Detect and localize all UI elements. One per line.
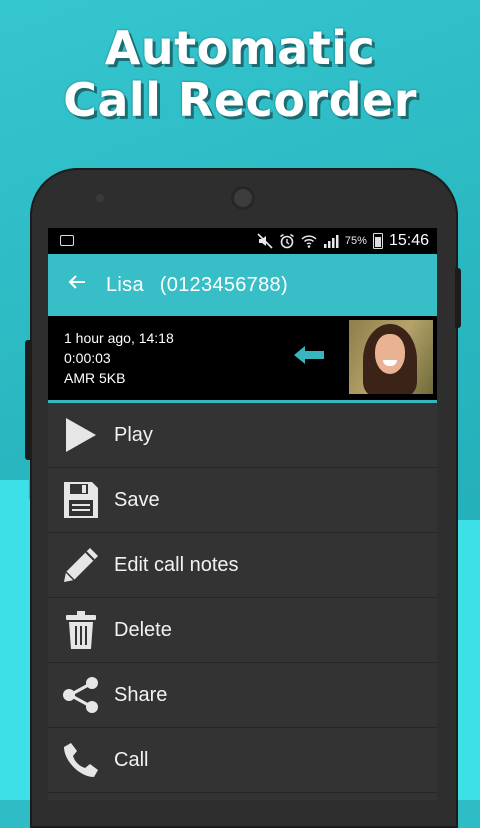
menu-item-label: Share <box>114 683 168 706</box>
wifi-icon <box>301 235 317 248</box>
app-bar: Lisa (0123456788) <box>48 254 437 316</box>
alarm-icon <box>279 233 294 249</box>
image-icon <box>60 235 74 246</box>
recording-duration: 0:00:03 <box>64 350 111 366</box>
mute-icon <box>257 233 273 249</box>
menu-item-label: Edit call notes <box>114 553 239 576</box>
battery-percent: 75% <box>344 235 367 247</box>
trash-icon <box>48 598 114 662</box>
menu-item-label: Call <box>114 748 149 771</box>
promo-headline: Automatic Call Recorder <box>0 22 480 126</box>
headline-line-1: Automatic <box>104 21 376 75</box>
menu-item-label: Play <box>114 423 153 446</box>
signal-icon <box>323 235 339 248</box>
menu-item-share[interactable]: Share <box>48 663 437 728</box>
menu-item-play[interactable]: Play <box>48 403 437 468</box>
status-bar: 75% 15:46 <box>48 228 437 254</box>
pencil-icon <box>48 533 114 597</box>
contact-number: (0123456788) <box>159 273 288 296</box>
play-icon <box>48 403 114 467</box>
menu-item-label: Delete <box>114 618 172 641</box>
menu-item-delete[interactable]: Delete <box>48 598 437 663</box>
menu-item-save[interactable]: Save <box>48 468 437 533</box>
clock-time: 15:46 <box>388 232 429 249</box>
arrow-left-icon <box>68 275 85 289</box>
menu-item-label: Save <box>114 488 160 511</box>
share-icon <box>48 663 114 727</box>
incoming-arrow-icon <box>294 346 324 364</box>
phone-icon <box>48 728 114 792</box>
recording-time: 1 hour ago, 14:18 <box>64 330 174 346</box>
menu-item-edit-call-notes[interactable]: Edit call notes <box>48 533 437 598</box>
phone-camera <box>231 186 255 210</box>
phone-side-button <box>25 340 30 460</box>
floppy-disk-icon <box>48 468 114 532</box>
action-menu: Play Save Edit call notes Delete Share C… <box>48 403 437 793</box>
contact-name: Lisa <box>106 273 144 296</box>
battery-icon <box>372 233 383 249</box>
back-button[interactable] <box>48 272 106 298</box>
headline-line-2: Call Recorder <box>63 73 417 127</box>
status-icons: 75% 15:46 <box>257 228 429 254</box>
phone-side-button <box>455 268 461 328</box>
recording-meta: 1 hour ago, 14:18 0:00:03 AMR 5KB <box>64 328 174 388</box>
phone-screen: 75% 15:46 Lisa (0123456788) 1 hour ago, … <box>48 228 437 800</box>
phone-sensor <box>96 194 104 202</box>
menu-item-call[interactable]: Call <box>48 728 437 793</box>
contact-photo <box>349 320 433 394</box>
recording-details: 1 hour ago, 14:18 0:00:03 AMR 5KB <box>48 316 437 403</box>
page-title: Lisa (0123456788) <box>106 274 288 297</box>
recording-format-size: AMR 5KB <box>64 370 126 386</box>
